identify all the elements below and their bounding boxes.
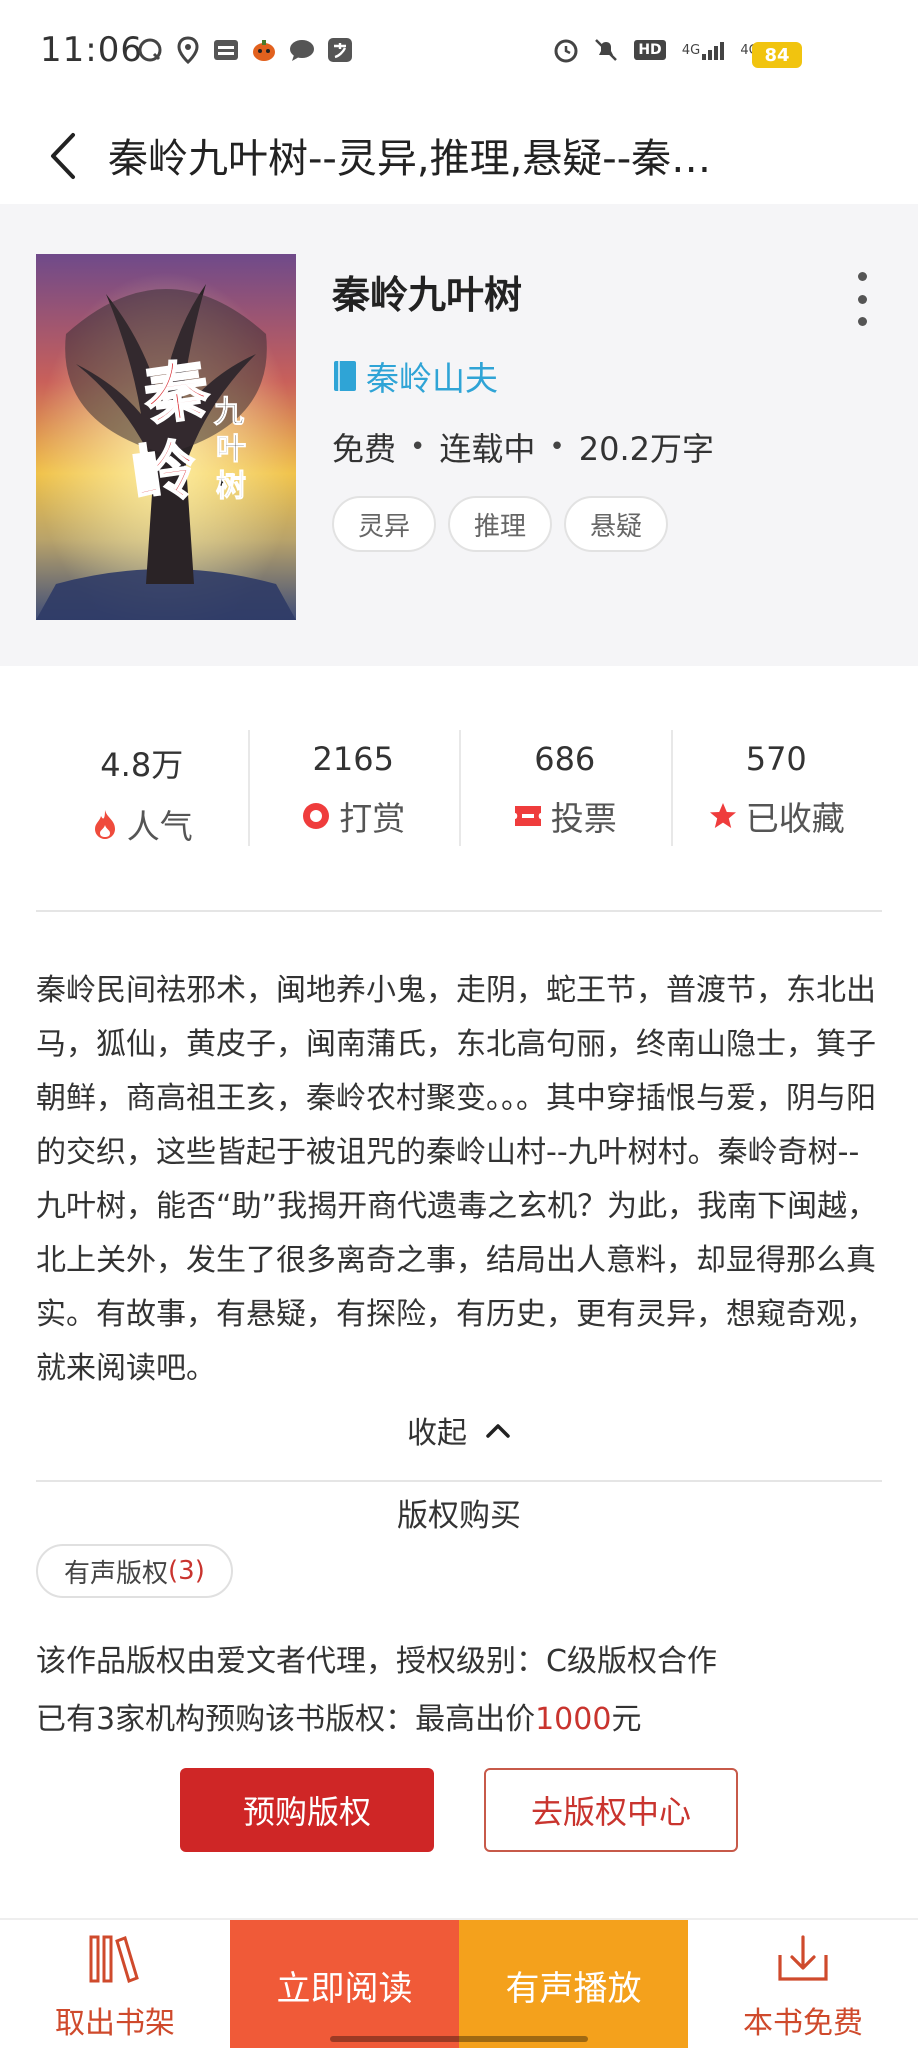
header: 秦岭九叶树--灵异,推理,悬疑--秦… (0, 108, 918, 204)
tag-list: 灵异 推理 悬疑 (332, 496, 669, 552)
audio-play-button[interactable]: 有声播放 (459, 1920, 688, 2048)
book-description: 秦岭民间祛邪术，闽地养小鬼，走阴，蛇王节，普渡节，东北出马，狐仙，黄皮子，闽南蒲… (36, 973, 878, 1386)
star-icon (709, 803, 736, 828)
bid-suffix: 元 (611, 1702, 642, 1737)
ticket-icon (514, 806, 541, 826)
stat-label-text: 打赏 (339, 799, 406, 838)
stat-label-text: 投票 (550, 799, 617, 838)
free-label: 本书免费 (743, 2006, 863, 2041)
meta-separator: • (410, 432, 426, 462)
bottom-action-bar: 取出书架 立即阅读 有声播放 本书免费 (0, 1918, 918, 2048)
toutiao-icon (212, 36, 240, 64)
rights-center-button[interactable]: 去版权中心 (484, 1768, 738, 1852)
author-link[interactable]: 秦岭山夫 (332, 352, 498, 400)
meta-wordcount: 20.2万字 (578, 430, 714, 468)
back-button[interactable] (36, 122, 88, 190)
home-indicator[interactable] (330, 2036, 588, 2042)
shelf-label: 取出书架 (55, 2006, 175, 2041)
fire-icon (94, 810, 115, 839)
audio-rights-pill[interactable]: 有声版权 (3) (36, 1544, 233, 1598)
alipay-icon (326, 36, 354, 64)
hd-icon: HD (632, 36, 668, 64)
book-info-section: 秦 岭 九 叶 树 秦岭九叶树 秦岭山夫 免费 • 连载中 • 20.2万字 灵… (0, 204, 918, 666)
battery-indicator: 84 (752, 42, 802, 68)
stat-value: 570 (745, 740, 807, 778)
qq-icon (136, 36, 164, 64)
audio-rights-label: 有声版权 (64, 1558, 169, 1589)
location-icon (174, 36, 202, 64)
meta-status: 连载中 (439, 430, 536, 468)
preorder-rights-button[interactable]: 预购版权 (180, 1768, 434, 1852)
stats-row: 4.8万 人气 2165 打赏 686 投票 570 已收藏 (36, 728, 882, 848)
chevron-up-icon (486, 1424, 510, 1438)
bid-prefix: 已有3家机构预购该书版权：最高出价 (36, 1702, 536, 1737)
copyright-title: 版权购买 (397, 1498, 521, 1534)
bookshelf-icon (89, 1935, 139, 1983)
status-left-icons (136, 36, 354, 64)
signal-4g-icon: 4G (680, 36, 728, 64)
divider (36, 1480, 882, 1482)
stat-label-text: 已收藏 (745, 799, 845, 838)
tag-lingyi[interactable]: 灵异 (332, 496, 437, 552)
status-bar: 11:06 HD 4G 84 (0, 0, 918, 108)
stat-value: 686 (534, 740, 596, 778)
stat-value: 4.8万 (100, 746, 184, 784)
halloween-icon (250, 36, 278, 64)
meta-separator: • (549, 432, 565, 462)
collapse-label: 收起 (407, 1416, 467, 1451)
stat-value: 2165 (312, 740, 394, 778)
download-icon (778, 1935, 828, 1981)
hd-label: HD (634, 40, 666, 60)
svg-text:九: 九 (214, 395, 244, 430)
more-options-button[interactable] (842, 264, 882, 334)
audio-rights-count: (3) (168, 1556, 205, 1586)
meta-price: 免费 (332, 430, 397, 468)
mute-icon (592, 36, 620, 64)
book-title: 秦岭九叶树 (332, 273, 523, 317)
alarm-icon (552, 36, 580, 64)
cover-title-big-2: 岭 (128, 432, 202, 515)
divider (36, 910, 882, 912)
svg-text:树: 树 (216, 469, 246, 504)
free-book-button[interactable]: 本书免费 (688, 1920, 918, 2048)
stat-popularity: 4.8万 人气 (36, 728, 248, 848)
remove-from-shelf-button[interactable]: 取出书架 (0, 1920, 230, 2048)
author-name: 秦岭山夫 (366, 359, 498, 398)
stat-vote[interactable]: 686 投票 (459, 728, 671, 848)
stat-reward[interactable]: 2165 打赏 (247, 728, 460, 848)
net1-label: 4G (681, 42, 701, 58)
chevron-left-icon (51, 133, 75, 179)
book-cover[interactable]: 秦 岭 九 叶 树 (36, 254, 296, 620)
tag-xuanyi[interactable]: 悬疑 (564, 496, 669, 552)
message-icon (288, 36, 316, 64)
status-time: 11:06 (40, 30, 143, 70)
book-meta: 免费 • 连载中 • 20.2万字 (332, 424, 714, 470)
page-title: 秦岭九叶树--灵异,推理,悬疑--秦… (108, 136, 712, 182)
bid-price: 1000 (535, 1702, 612, 1737)
collapse-button[interactable]: 收起 (0, 1408, 918, 1452)
svg-text:叶: 叶 (216, 432, 246, 467)
tag-tuili[interactable]: 推理 (448, 496, 553, 552)
copyright-bid-text: 已有3家机构预购该书版权：最高出价1000元 (36, 1694, 641, 1738)
reward-icon (303, 803, 330, 829)
stat-favorite[interactable]: 570 已收藏 (670, 728, 883, 848)
read-now-button[interactable]: 立即阅读 (230, 1920, 459, 2048)
book-icon (334, 361, 356, 391)
cover-title-big-1: 秦 (139, 352, 214, 435)
copyright-agent-text: 该作品版权由爱文者代理，授权级别：C级版权合作 (36, 1644, 717, 1679)
stat-label-text: 人气 (126, 807, 193, 846)
